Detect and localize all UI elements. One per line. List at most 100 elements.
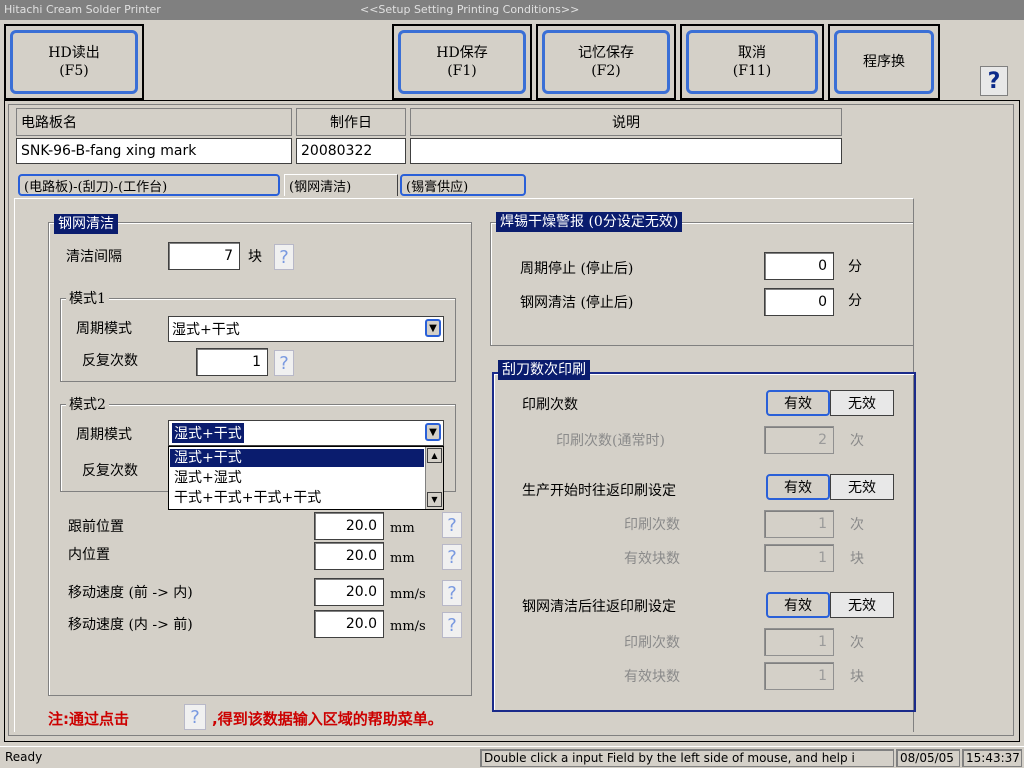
cleaning-title: 钢网清洁 [54,214,118,234]
cancel-button[interactable]: 取消 (F11) [680,24,824,100]
squeegee-title: 刮刀数次印刷 [498,360,590,380]
print-count-label: 印刷次数 [522,397,578,413]
mode1-repeat-help-icon[interactable]: ? [274,350,294,376]
tab-board-squeegee-table[interactable]: (电路板)-(刮刀)-(工作台) [18,174,280,196]
inner-pos-label: 内位置 [68,547,110,563]
description-header: 说明 [410,108,842,136]
mode1-repeat-input[interactable]: 1 [196,348,268,376]
follow-pos-unit: mm [390,521,415,536]
date-header: 制作日 [296,108,406,136]
after-count-label: 印刷次数 [624,635,680,651]
start-blocks-unit: 块 [850,551,864,567]
status-bar: Ready Double click a input Field by the … [0,746,1024,768]
follow-pos-label: 跟前位置 [68,519,124,535]
clean-stop-label: 钢网清洁 (停止后) [520,295,634,311]
normal-count-label: 印刷次数(通常时) [556,433,665,449]
speed-back-input[interactable]: 20.0 [314,610,384,638]
note-help-icon: ? [184,704,206,730]
follow-pos-help-icon[interactable]: ? [442,512,462,538]
clean-stop-unit: 分 [848,293,862,309]
after-clean-disable-button[interactable]: 无效 [830,592,894,618]
cycle-stop-input[interactable]: 0 [764,252,834,280]
mode2-dropdown-list: 湿式+干式 湿式+湿式 干式+干式+干式+干式 ▲ ▼ [168,446,444,510]
mode2-repeat-label: 反复次数 [82,463,138,479]
inner-pos-unit: mm [390,551,415,566]
mode2-cycle-select[interactable]: 湿式+干式 ▼ [168,420,444,446]
mode1-cycle-label: 周期模式 [76,321,132,337]
dropdown-option[interactable]: 湿式+湿式 [170,469,424,487]
speed-back-label: 移动速度 (内 -> 前) [68,617,193,633]
speed-fwd-label: 移动速度 (前 -> 内) [68,585,193,601]
after-count-unit: 次 [850,635,864,651]
scroll-down-icon[interactable]: ▼ [427,492,442,507]
interval-input[interactable]: 7 [168,242,240,270]
after-count-input: 1 [764,628,834,656]
squeegee-group [492,372,916,712]
note-prefix: 注:通过点击 [48,710,129,728]
chevron-down-icon[interactable]: ▼ [425,423,441,441]
status-hint: Double click a input Field by the left s… [480,749,894,767]
tab-stencil-cleaning[interactable]: (钢网清洁) [284,174,398,196]
after-blocks-unit: 块 [850,669,864,685]
board-name-field[interactable]: SNK-96-B-fang xing mark [16,138,292,164]
after-blocks-input: 1 [764,662,834,690]
mode1-repeat-label: 反复次数 [82,353,138,369]
inner-pos-input[interactable]: 20.0 [314,542,384,570]
speed-fwd-unit: mm/s [390,587,426,602]
inner-pos-help-icon[interactable]: ? [442,544,462,570]
start-setting-label: 生产开始时往返印刷设定 [522,483,676,499]
status-date: 08/05/05 [896,749,960,767]
dropdown-scrollbar[interactable]: ▲ ▼ [425,447,443,509]
dropdown-option[interactable]: 干式+干式+干式+干式 [170,489,424,507]
start-blocks-input: 1 [764,544,834,572]
start-count-input: 1 [764,510,834,538]
interval-unit: 块 [248,249,262,265]
after-clean-enable-button[interactable]: 有效 [766,592,830,618]
status-text: Ready [5,750,43,764]
normal-count-input: 2 [764,426,834,454]
app-title: Hitachi Cream Solder Printer [4,3,161,16]
chevron-down-icon[interactable]: ▼ [425,319,441,337]
dry-alarm-title: 焊锡干燥警报 (0分设定无效) [496,212,683,232]
start-enable-button[interactable]: 有效 [766,474,830,500]
dropdown-option[interactable]: 湿式+干式 [170,449,424,467]
print-count-enable-button[interactable]: 有效 [766,390,830,416]
board-name-header: 电路板名 [16,108,292,136]
memory-save-button[interactable]: 记忆保存 (F2) [536,24,676,100]
date-field[interactable]: 20080322 [296,138,406,164]
speed-fwd-input[interactable]: 20.0 [314,578,384,606]
normal-count-unit: 次 [850,433,864,449]
mode1-cycle-select[interactable]: 湿式+干式 ▼ [168,316,444,342]
speed-back-unit: mm/s [390,619,426,634]
start-disable-button[interactable]: 无效 [830,474,894,500]
cycle-stop-label: 周期停止 (停止后) [520,261,634,277]
start-blocks-label: 有效块数 [624,551,680,567]
interval-help-icon[interactable]: ? [274,244,294,270]
speed-back-help-icon[interactable]: ? [442,612,462,638]
scroll-up-icon[interactable]: ▲ [427,448,442,463]
screen-title: <<Setup Setting Printing Conditions>> [360,3,580,16]
program-switch-button[interactable]: 程序换 [828,24,940,100]
interval-label: 清洁间隔 [66,249,122,265]
mode2-cycle-label: 周期模式 [76,427,132,443]
status-time: 15:43:37 [962,749,1022,767]
after-clean-label: 钢网清洁后往返印刷设定 [522,599,676,615]
clean-stop-input[interactable]: 0 [764,288,834,316]
start-count-label: 印刷次数 [624,517,680,533]
speed-fwd-help-icon[interactable]: ? [442,580,462,606]
help-button[interactable]: ? [980,66,1008,96]
title-bar: Hitachi Cream Solder Printer <<Setup Set… [0,0,1024,20]
description-field[interactable] [410,138,842,164]
hd-save-button[interactable]: HD保存 (F1) [392,24,532,100]
dry-alarm-group [490,222,914,346]
mode2-title: 模式2 [66,396,109,414]
after-blocks-label: 有效块数 [624,669,680,685]
tab-paste-supply[interactable]: (锡膏供应) [400,174,526,196]
print-count-disable-button[interactable]: 无效 [830,390,894,416]
hd-read-button[interactable]: HD读出 (F5) [4,24,144,100]
note-suffix: ,得到该数据输入区域的帮助菜单。 [212,710,443,728]
help-note: 注:通过点击 [48,708,129,729]
start-count-unit: 次 [850,517,864,533]
follow-pos-input[interactable]: 20.0 [314,512,384,540]
mode1-title: 模式1 [66,290,109,308]
